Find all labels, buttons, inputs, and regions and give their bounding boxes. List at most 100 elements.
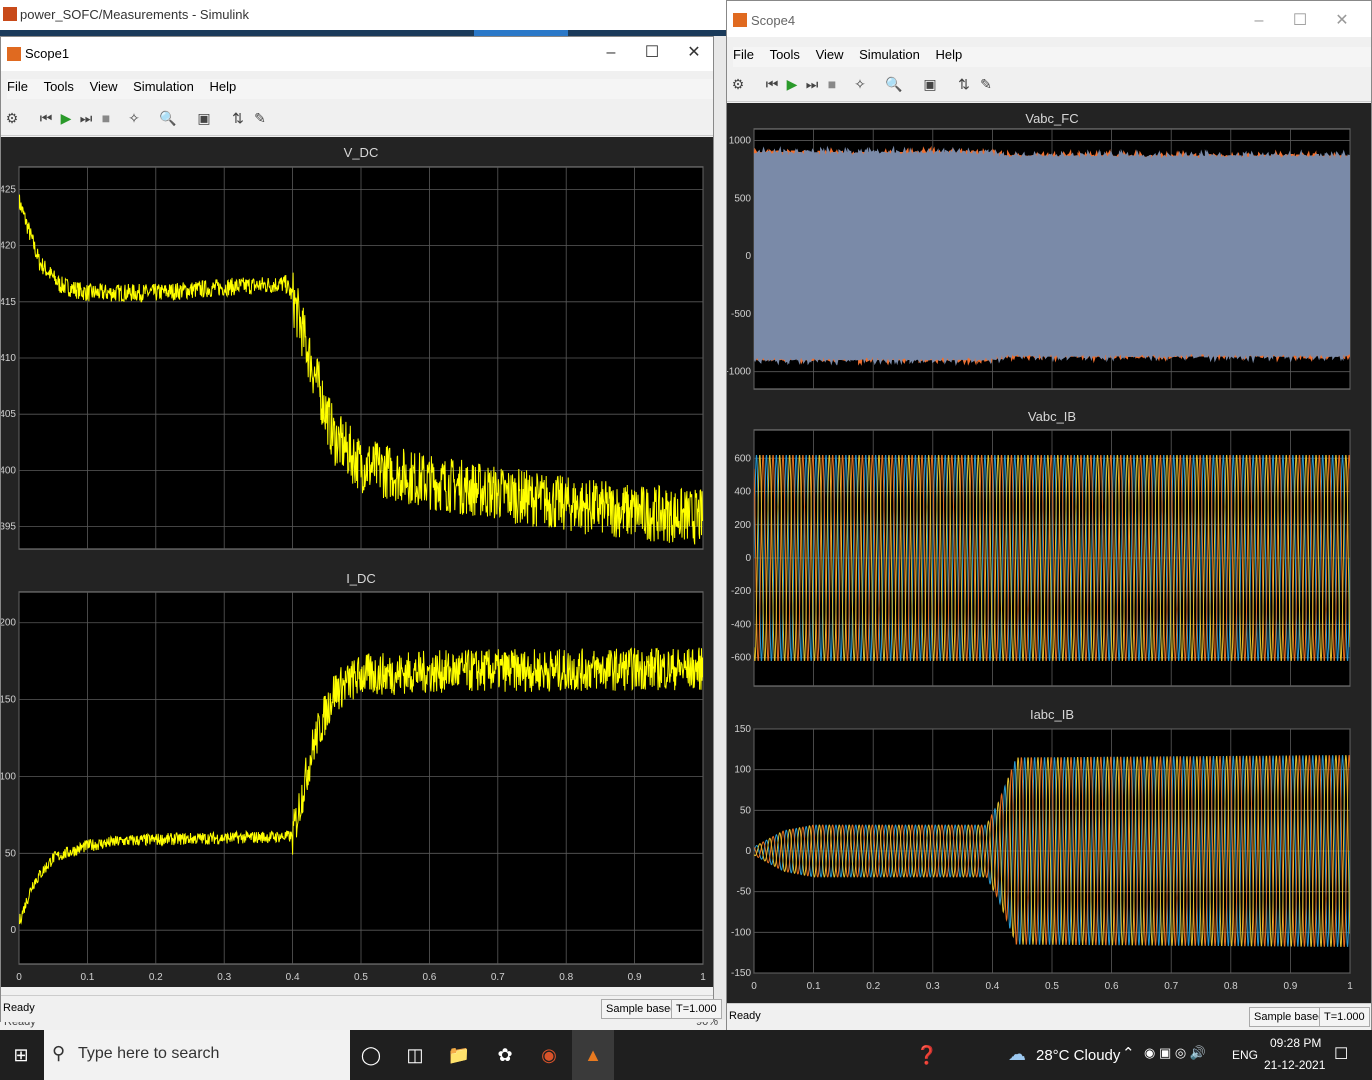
i-dc-chart: I_DC 0 50 100 150 200 0 0.1 0.2 0.3 0.4 0.5 0.6 0.7 0.… (0, 571, 706, 983)
plot-traces (754, 455, 1350, 661)
series-b-line (754, 145, 1350, 366)
zoom-icon[interactable]: 🔍 (159, 109, 177, 127)
triggers-icon[interactable]: ⇅ (955, 75, 973, 93)
scope4-time: T=1.000 (1319, 1007, 1370, 1027)
highlight-icon[interactable]: ✧ (125, 109, 143, 127)
taskbar-search-box[interactable]: ⚲ Type here to search (44, 1030, 350, 1080)
y-tick-label: 50 (740, 805, 752, 816)
autoscale-icon[interactable]: ▣ (921, 75, 939, 93)
scope1-titlebar[interactable]: Scope1 – ☐ ✕ (1, 37, 713, 71)
scope4-window[interactable]: Scope4 – ☐ ✕ File Tools View Simulation … (725, 0, 1372, 1030)
background-window-title: power_SOFC/Measurements - Simulink (20, 7, 250, 22)
scope1-window[interactable]: Scope1 – ☐ ✕ File Tools View Simulation … (0, 36, 722, 1022)
stop-icon[interactable]: ■ (823, 75, 841, 93)
menu-view[interactable]: View (90, 79, 118, 94)
x-tick-label: 0.6 (422, 972, 436, 983)
step-back-icon[interactable]: ⏮ (37, 109, 55, 127)
menu-file[interactable]: File (733, 47, 754, 62)
scope1-plot-area: V_DC 395 400 405 410 415 420 425 I_DC 0 50 100 150 2… (0, 137, 713, 987)
stop-icon[interactable]: ■ (97, 109, 115, 127)
x-tick-label: 0.4 (286, 972, 300, 983)
x-tick-label: 1 (700, 972, 706, 983)
y-tick-label: -500 (731, 309, 751, 320)
menu-tools[interactable]: Tools (44, 79, 74, 94)
clock-date[interactable]: 21-12-2021 (1264, 1058, 1325, 1072)
background-window-edge (714, 36, 726, 1026)
y-tick-label: 0 (745, 553, 751, 564)
plot-traces (754, 145, 1350, 366)
minimize-button[interactable]: – (591, 41, 631, 65)
task-view-icon[interactable]: ◫ (400, 1040, 430, 1070)
maximize-button[interactable]: ☐ (1280, 9, 1320, 33)
run-icon[interactable]: ▶ (57, 109, 75, 127)
y-tick-label: 100 (734, 765, 751, 776)
minimize-button[interactable]: – (1239, 9, 1279, 33)
x-tick-label: 0 (16, 972, 22, 983)
y-tick-label: 1000 (729, 136, 752, 147)
y-tick-label: -150 (731, 968, 751, 979)
y-tick-label: 410 (1, 353, 16, 364)
menu-simulation[interactable]: Simulation (859, 47, 920, 62)
chart-title: I_DC (346, 571, 376, 586)
settings-gear-icon[interactable]: ⚙ (729, 75, 747, 93)
maximize-button[interactable]: ☐ (632, 41, 672, 65)
x-tick-label: 0.5 (354, 972, 368, 983)
powerpoint-icon[interactable]: ◉ (534, 1040, 564, 1070)
menu-tools[interactable]: Tools (770, 47, 800, 62)
notifications-icon[interactable]: ☐ (1334, 1044, 1348, 1064)
matlab-taskbar-button[interactable]: ▲ (572, 1030, 614, 1080)
menu-file[interactable]: File (7, 79, 28, 94)
scope4-status-text: Ready (729, 1010, 761, 1022)
scope4-titlebar[interactable]: Scope4 – ☐ ✕ (727, 1, 1371, 37)
chevron-up-icon[interactable]: ⌃ (1122, 1044, 1135, 1062)
close-button[interactable]: ✕ (674, 41, 714, 65)
background-window-titlebar[interactable]: power_SOFC/Measurements - Simulink (0, 0, 726, 30)
x-tick-label: 0.9 (1283, 981, 1297, 992)
language-indicator[interactable]: ENG (1232, 1048, 1258, 1062)
windows-start-icon[interactable]: ⊞ (6, 1040, 36, 1070)
highlight-icon[interactable]: ✧ (851, 75, 869, 93)
y-tick-label: 425 (1, 184, 16, 195)
autoscale-icon[interactable]: ▣ (195, 109, 213, 127)
x-tick-label: 0.9 (628, 972, 642, 983)
scope1-title: Scope1 (25, 46, 70, 61)
close-button[interactable]: ✕ (1322, 9, 1362, 33)
matlab-icon: ▲ (584, 1045, 602, 1065)
settings-gear-icon[interactable]: ⚙ (3, 109, 21, 127)
step-back-icon[interactable]: ⏮ (763, 75, 781, 93)
vabc-ib-chart: Vabc_IB 600 400 200 0 -200 -400 -600 (731, 409, 1351, 687)
help-icon[interactable]: ❓ (912, 1040, 942, 1070)
menu-view[interactable]: View (816, 47, 844, 62)
y-tick-label: 150 (734, 724, 751, 735)
scope1-charts: V_DC 395 400 405 410 415 420 425 I_DC 0 50 100 150 2… (0, 145, 706, 983)
triggers-icon[interactable]: ⇅ (229, 109, 247, 127)
scope4-charts: Vabc_FC10005000-500-1000 Vabc_IB60040020… (725, 111, 1353, 992)
menu-simulation[interactable]: Simulation (133, 79, 194, 94)
x-tick-label: 1 (1347, 981, 1353, 992)
y-tick-label: 395 (1, 522, 16, 533)
file-explorer-icon[interactable]: 📁 (444, 1040, 474, 1070)
cortana-icon[interactable]: ◯ (356, 1040, 386, 1070)
paint-app-icon[interactable]: ✿ (490, 1040, 520, 1070)
weather-text[interactable]: 28°C Cloudy (1036, 1047, 1120, 1064)
tray-icons[interactable]: ◉ ▣ ◎ 🔊 (1144, 1045, 1206, 1061)
run-icon[interactable]: ▶ (783, 75, 801, 93)
step-forward-icon[interactable]: ⏭ (803, 75, 821, 93)
x-tick-label: 0.2 (149, 972, 163, 983)
x-tick-label: 0.1 (807, 981, 821, 992)
y-tick-label: 420 (1, 241, 16, 252)
scope4-sample-mode: Sample based (1249, 1007, 1330, 1027)
step-forward-icon[interactable]: ⏭ (77, 109, 95, 127)
measurements-icon[interactable]: ✎ (251, 109, 269, 127)
measurements-icon[interactable]: ✎ (977, 75, 995, 93)
clock-time[interactable]: 09:28 PM (1270, 1036, 1321, 1050)
x-tick-label: 0 (751, 981, 757, 992)
matlab-scope-icon (733, 13, 747, 27)
x-tick-label: 0.4 (985, 981, 999, 992)
menu-help[interactable]: Help (935, 47, 962, 62)
search-placeholder: Type here to search (78, 1045, 220, 1062)
zoom-icon[interactable]: 🔍 (885, 75, 903, 93)
menu-help[interactable]: Help (209, 79, 236, 94)
cloud-weather-icon: ☁ (1008, 1044, 1026, 1064)
y-tick-label: -600 (731, 653, 751, 664)
